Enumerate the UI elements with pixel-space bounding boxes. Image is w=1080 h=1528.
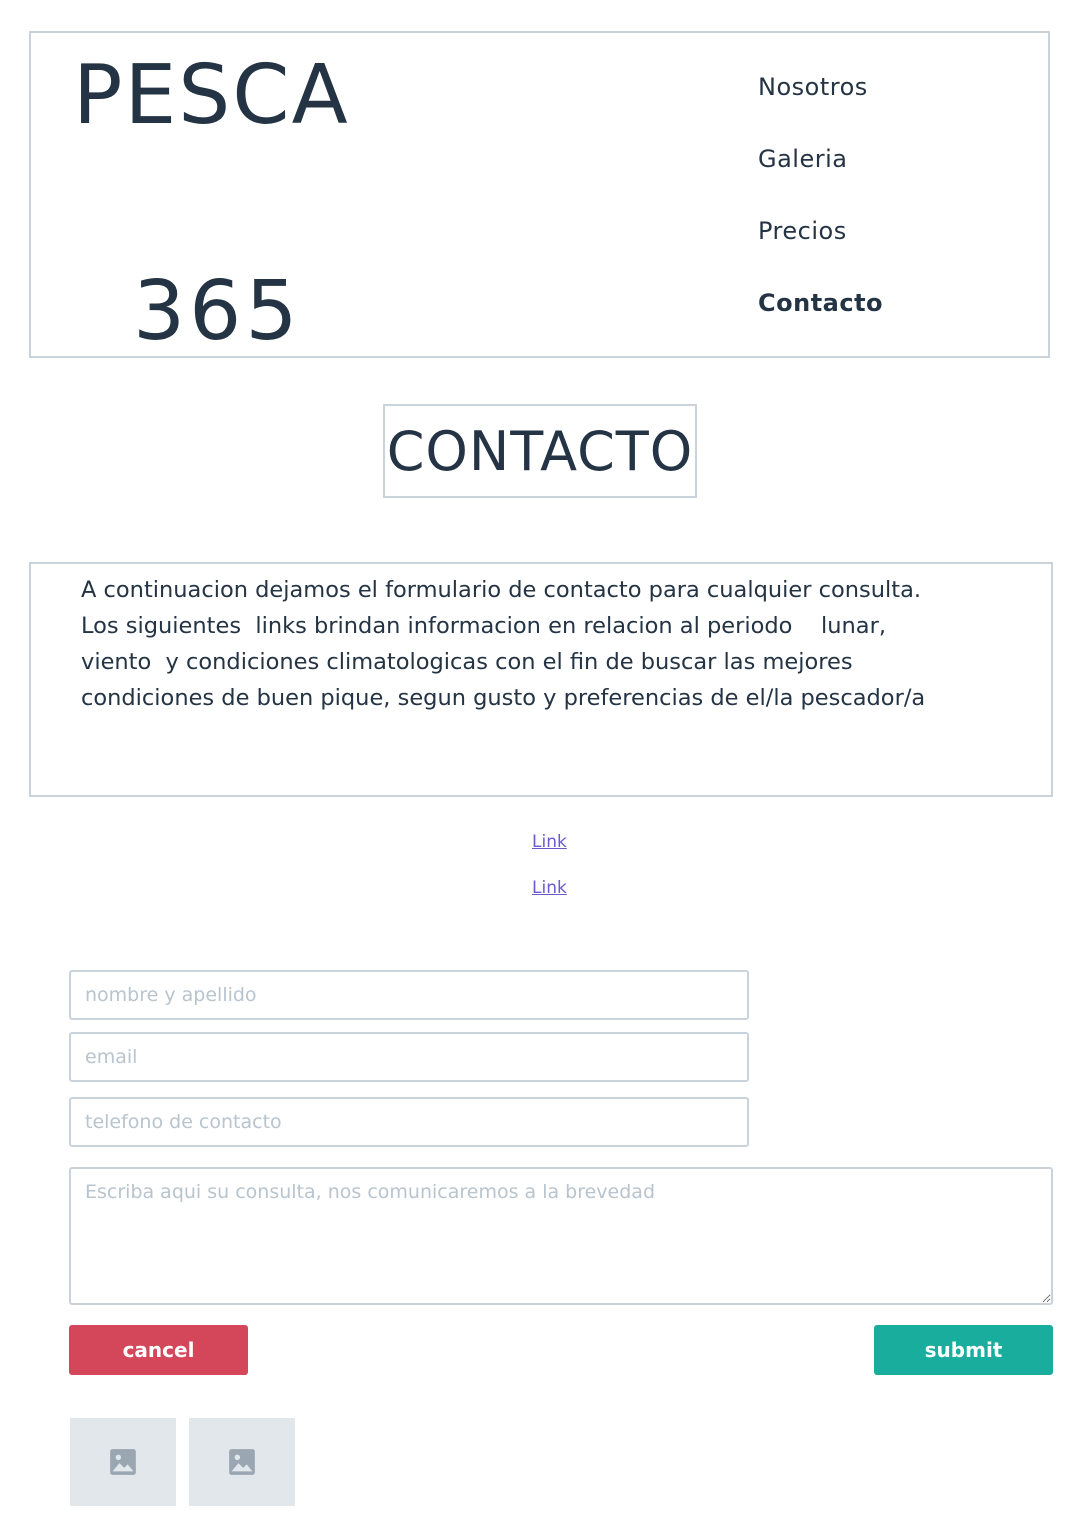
logo-text-365: 365 bbox=[133, 264, 302, 359]
main-nav: Nosotros Galeria Precios Contacto bbox=[758, 71, 883, 359]
nav-item-galeria[interactable]: Galeria bbox=[758, 143, 883, 215]
weather-info-link[interactable]: Link bbox=[532, 878, 567, 898]
image-icon bbox=[110, 1449, 136, 1475]
cancel-button[interactable]: cancel bbox=[69, 1325, 248, 1375]
phone-field[interactable] bbox=[69, 1097, 749, 1147]
email-field[interactable] bbox=[69, 1032, 749, 1082]
site-header: PESCA 365 Nosotros Galeria Precios Conta… bbox=[29, 31, 1050, 358]
page-title: CONTACTO bbox=[383, 404, 697, 498]
message-textarea[interactable] bbox=[69, 1167, 1053, 1305]
intro-paragraph: A continuacion dejamos el formulario de … bbox=[81, 577, 926, 711]
nav-item-precios[interactable]: Precios bbox=[758, 215, 883, 287]
name-field[interactable] bbox=[69, 970, 749, 1020]
gallery-image-placeholder[interactable] bbox=[70, 1418, 176, 1506]
image-icon bbox=[229, 1449, 255, 1475]
lunar-info-link[interactable]: Link bbox=[532, 832, 567, 852]
nav-item-contacto[interactable]: Contacto bbox=[758, 287, 883, 359]
gallery-image-placeholder[interactable] bbox=[189, 1418, 295, 1506]
logo-text-pesca: PESCA bbox=[73, 48, 350, 143]
nav-item-nosotros[interactable]: Nosotros bbox=[758, 71, 883, 143]
submit-button[interactable]: submit bbox=[874, 1325, 1053, 1375]
intro-text-box: A continuacion dejamos el formulario de … bbox=[29, 562, 1053, 797]
